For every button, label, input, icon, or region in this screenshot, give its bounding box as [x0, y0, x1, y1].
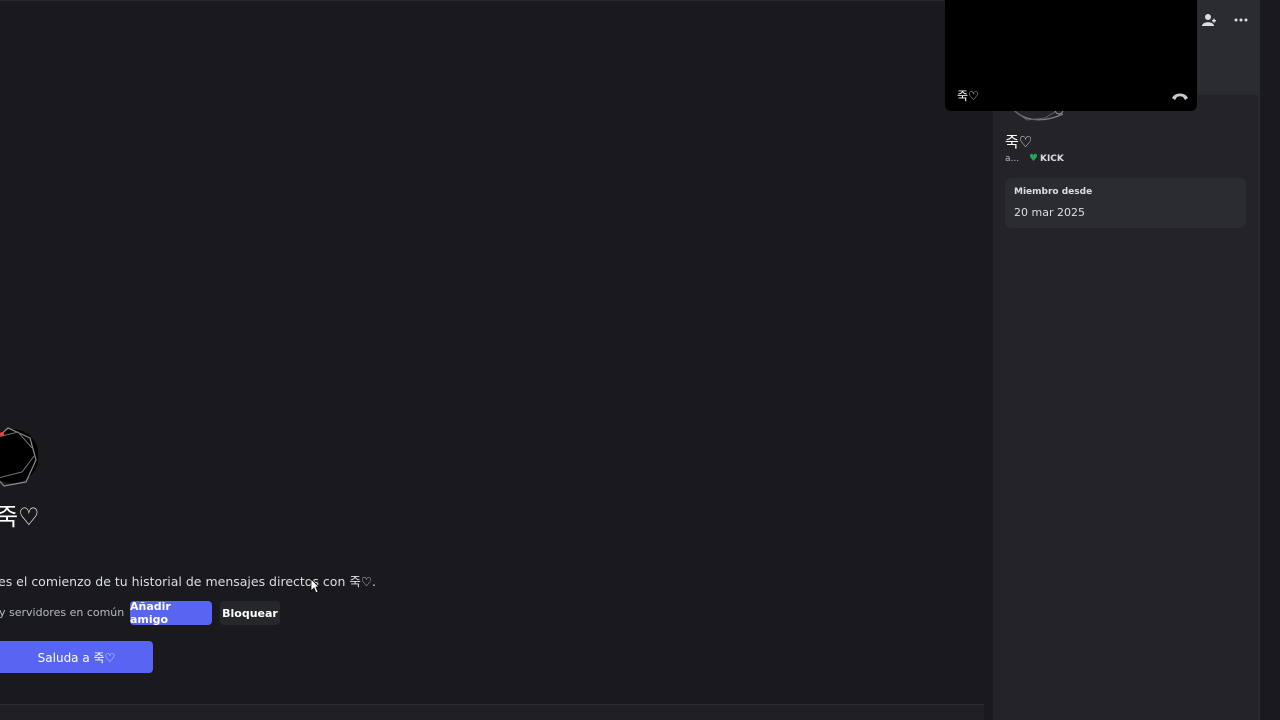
- heart-icon: ♥: [1029, 153, 1038, 164]
- wave-button[interactable]: Saluda a 죽♡: [0, 641, 153, 673]
- profile-tag-label: KICK: [1039, 153, 1064, 164]
- profile-name: 죽♡: [1005, 133, 1033, 151]
- top-divider: [0, 0, 990, 1]
- mouse-cursor-icon: [310, 578, 320, 594]
- member-since-date: 20 mar 2025: [1014, 206, 1085, 219]
- dm-avatar[interactable]: [0, 420, 38, 490]
- profile-handle: a...: [1005, 154, 1020, 164]
- more-horizontal-icon[interactable]: [1229, 8, 1253, 32]
- profile-tag: ♥ KICK: [1029, 153, 1064, 164]
- common-servers-text: y servidores en común: [0, 606, 125, 619]
- right-gutter: [1258, 0, 1280, 720]
- chat-area: 죽♡ es el comienzo de tu historial de men…: [0, 0, 990, 720]
- person-add-icon[interactable]: [1197, 8, 1221, 32]
- block-button[interactable]: Bloquear: [220, 601, 280, 625]
- call-preview[interactable]: 죽♡: [945, 0, 1197, 111]
- call-participant-name: 죽♡: [957, 89, 979, 103]
- member-since-card: Miembro desde 20 mar 2025: [1005, 178, 1246, 228]
- phone-hangup-icon[interactable]: [1171, 90, 1189, 102]
- dm-username: 죽♡: [0, 503, 40, 531]
- add-friend-button[interactable]: Añadir amigo: [130, 600, 212, 626]
- member-since-label: Miembro desde: [1014, 187, 1093, 197]
- message-composer[interactable]: [0, 705, 984, 720]
- right-gutter-divider: [1258, 0, 1260, 720]
